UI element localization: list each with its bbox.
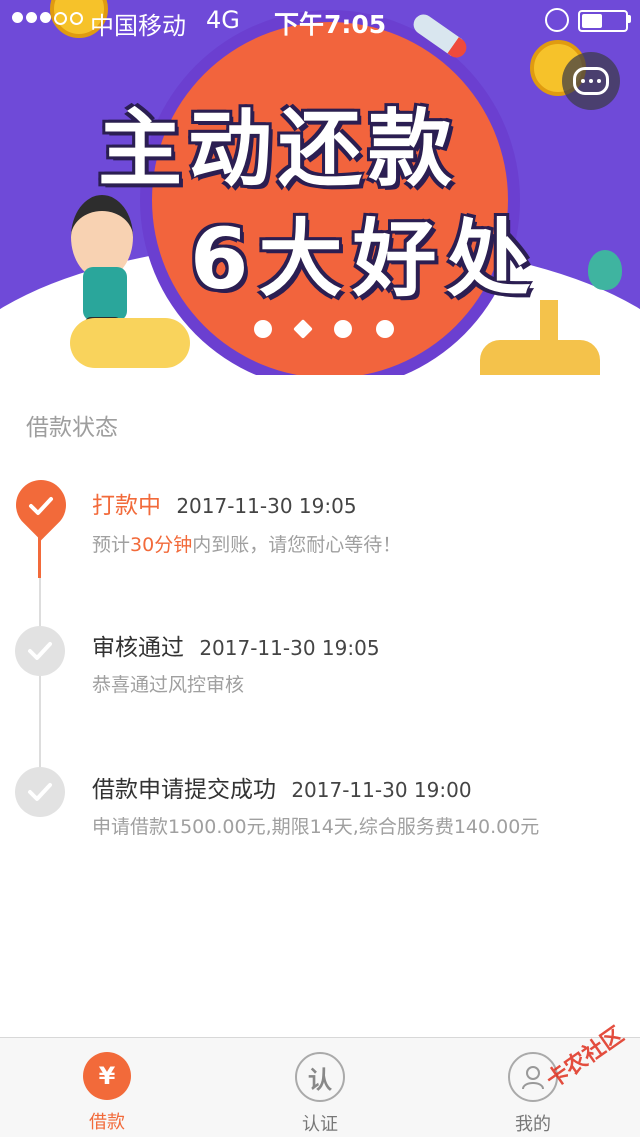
- signal-strength-icon: [12, 12, 83, 25]
- timeline-status: 审核通过: [92, 635, 184, 661]
- timeline-item-title: 审核通过 2017-11-30 19:05: [92, 628, 380, 662]
- pager-dot-active[interactable]: [293, 319, 313, 339]
- banner-pager[interactable]: [254, 319, 394, 339]
- timeline-status: 打款中: [92, 493, 161, 519]
- check-circle-icon: [15, 626, 65, 676]
- chat-icon: [573, 67, 609, 95]
- status-bar: 中国移动 4G 下午7:05: [0, 0, 640, 40]
- timeline-time: 2017-11-30 19:00: [291, 778, 472, 802]
- desc-suffix: 内到账，请您耐心等待！: [192, 534, 402, 556]
- pager-dot[interactable]: [254, 320, 272, 338]
- carrier-name: 中国移动: [90, 12, 186, 40]
- banner-headline-line1: 主动还款: [98, 100, 459, 198]
- chat-button[interactable]: [562, 52, 620, 110]
- tab-label: 我的: [515, 1114, 551, 1135]
- tower-illustration: [540, 300, 558, 375]
- tab-verify[interactable]: 认 认证: [260, 1038, 380, 1137]
- promo-banner[interactable]: 主动还款 6大好处: [0, 0, 640, 375]
- banner-headline-line2: 6大好处: [190, 210, 541, 308]
- desc-prefix: 预计: [92, 534, 131, 556]
- yen-icon: ¥: [83, 1052, 131, 1100]
- pager-dot[interactable]: [334, 320, 352, 338]
- timeline-status: 借款申请提交成功: [92, 777, 276, 803]
- timeline-item-desc: 申请借款1500.00元,期限14天,综合服务费140.00元: [92, 816, 540, 838]
- tab-label: 借款: [89, 1112, 125, 1133]
- check-icon: [27, 492, 55, 520]
- desc-highlight: 30分钟: [130, 534, 193, 556]
- section-title: 借款状态: [26, 415, 118, 441]
- status-time: 下午7:05: [274, 10, 387, 39]
- battery-icon: [578, 10, 628, 32]
- tab-loan[interactable]: ¥ 借款: [47, 1038, 167, 1137]
- balloon-icon: [588, 250, 622, 290]
- timeline-line: [39, 578, 41, 790]
- network-type: 4G: [206, 6, 240, 34]
- timeline-item-title: 借款申请提交成功 2017-11-30 19:00: [92, 770, 472, 804]
- verify-icon: 认: [295, 1052, 345, 1102]
- tab-label: 认证: [302, 1114, 338, 1135]
- pager-dot[interactable]: [376, 320, 394, 338]
- timeline-time: 2017-11-30 19:05: [199, 636, 380, 660]
- check-circle-icon: [15, 767, 65, 817]
- rotation-lock-icon: [545, 8, 569, 32]
- battery-tip: [628, 15, 631, 23]
- timeline-item-desc: 预计30分钟内到账，请您耐心等待！: [92, 530, 401, 557]
- cloud-illustration: [70, 318, 190, 368]
- timeline-time: 2017-11-30 19:05: [176, 494, 357, 518]
- timeline-item-title: 打款中 2017-11-30 19:05: [92, 486, 357, 520]
- tab-bar: ¥ 借款 认 认证 我的: [0, 1037, 640, 1137]
- timeline-item-desc: 恭喜通过风控审核: [92, 674, 245, 696]
